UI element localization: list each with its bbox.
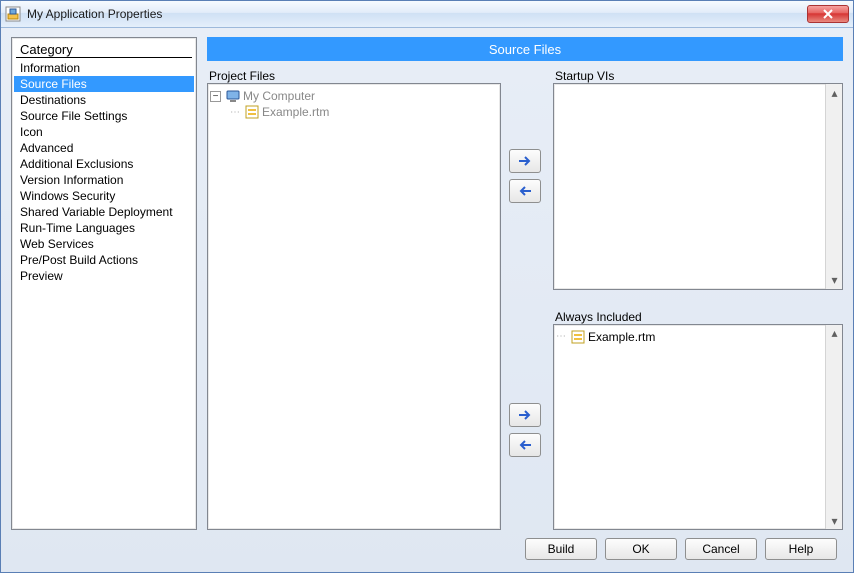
expander-minus-icon[interactable]: − [210, 91, 221, 102]
tree-node-root[interactable]: − My Computer [210, 88, 498, 104]
tree-node-label: My Computer [243, 89, 315, 103]
startup-vis-box[interactable]: ▴ ▾ [553, 83, 843, 290]
always-included-label: Always Included [553, 310, 843, 324]
tree-connector-icon: ⋯ [556, 331, 566, 342]
titlebar[interactable]: My Application Properties [1, 1, 853, 28]
scroll-up-icon[interactable]: ▴ [826, 325, 843, 342]
list-item-label: Example.rtm [588, 330, 655, 344]
project-files-column: Project Files − My Computer [207, 69, 501, 530]
tree-node-label: Example.rtm [262, 105, 329, 119]
category-item[interactable]: Windows Security [14, 188, 194, 204]
section-banner: Source Files [207, 37, 843, 61]
arrow-left-icon [518, 186, 532, 196]
window-title: My Application Properties [27, 7, 807, 21]
category-item[interactable]: Pre/Post Build Actions [14, 252, 194, 268]
remove-from-startup-button[interactable] [509, 179, 541, 203]
destination-column: Startup VIs ▴ ▾ Always Included [553, 69, 843, 530]
main-row: Category InformationSource FilesDestinat… [11, 37, 843, 530]
remove-from-always-button[interactable] [509, 433, 541, 457]
category-item[interactable]: Version Information [14, 172, 194, 188]
startup-transfer-buttons [509, 149, 545, 203]
close-icon [823, 9, 833, 19]
startup-vis-label: Startup VIs [553, 69, 843, 83]
arrow-right-icon [518, 156, 532, 166]
always-transfer-buttons [509, 403, 545, 457]
always-included-box[interactable]: ⋯ Example.rtm ▴ ▾ [553, 324, 843, 531]
panels-row: Project Files − My Computer [207, 69, 843, 530]
close-button[interactable] [807, 5, 849, 23]
category-item[interactable]: Preview [14, 268, 194, 284]
scroll-down-icon[interactable]: ▾ [826, 272, 843, 289]
list-item[interactable]: ⋯ Example.rtm [556, 329, 840, 345]
add-to-always-button[interactable] [509, 403, 541, 427]
properties-dialog: My Application Properties Category Infor… [0, 0, 854, 573]
category-item[interactable]: Web Services [14, 236, 194, 252]
category-item[interactable]: Source File Settings [14, 108, 194, 124]
tree-connector-icon: ⋯ [230, 107, 240, 118]
category-header: Category [16, 40, 192, 58]
always-included-list: ⋯ Example.rtm [554, 325, 842, 349]
scroll-down-icon[interactable]: ▾ [826, 512, 843, 529]
computer-icon [225, 88, 241, 104]
scrollbar[interactable]: ▴ ▾ [825, 84, 842, 289]
category-panel: Category InformationSource FilesDestinat… [11, 37, 197, 530]
tree-node-child[interactable]: ⋯ Example.rtm [210, 104, 498, 120]
build-button[interactable]: Build [525, 538, 597, 560]
category-item[interactable]: Information [14, 60, 194, 76]
project-files-tree: − My Computer ⋯ [208, 84, 500, 124]
arrow-left-icon [518, 440, 532, 450]
file-rtm-icon [244, 104, 260, 120]
category-item[interactable]: Run-Time Languages [14, 220, 194, 236]
category-list[interactable]: InformationSource FilesDestinationsSourc… [14, 60, 194, 527]
category-item[interactable]: Additional Exclusions [14, 156, 194, 172]
category-item[interactable]: Destinations [14, 92, 194, 108]
category-item[interactable]: Icon [14, 124, 194, 140]
startup-vis-block: Startup VIs ▴ ▾ [553, 69, 843, 290]
category-item[interactable]: Advanced [14, 140, 194, 156]
scroll-up-icon[interactable]: ▴ [826, 84, 843, 101]
category-item[interactable]: Shared Variable Deployment [14, 204, 194, 220]
help-button[interactable]: Help [765, 538, 837, 560]
category-item[interactable]: Source Files [14, 76, 194, 92]
project-files-label: Project Files [207, 69, 501, 83]
file-rtm-icon [570, 329, 586, 345]
add-to-startup-button[interactable] [509, 149, 541, 173]
arrow-right-icon [518, 410, 532, 420]
app-icon [5, 6, 21, 22]
transfer-buttons-column [509, 69, 545, 530]
scrollbar[interactable]: ▴ ▾ [825, 325, 842, 530]
right-area: Source Files Project Files − [207, 37, 843, 530]
dialog-button-row: Build OK Cancel Help [11, 538, 843, 562]
always-included-block: Always Included ⋯ Example.rtm [553, 310, 843, 531]
project-files-box[interactable]: − My Computer ⋯ [207, 83, 501, 530]
ok-button[interactable]: OK [605, 538, 677, 560]
dialog-content: Category InformationSource FilesDestinat… [1, 28, 853, 572]
cancel-button[interactable]: Cancel [685, 538, 757, 560]
